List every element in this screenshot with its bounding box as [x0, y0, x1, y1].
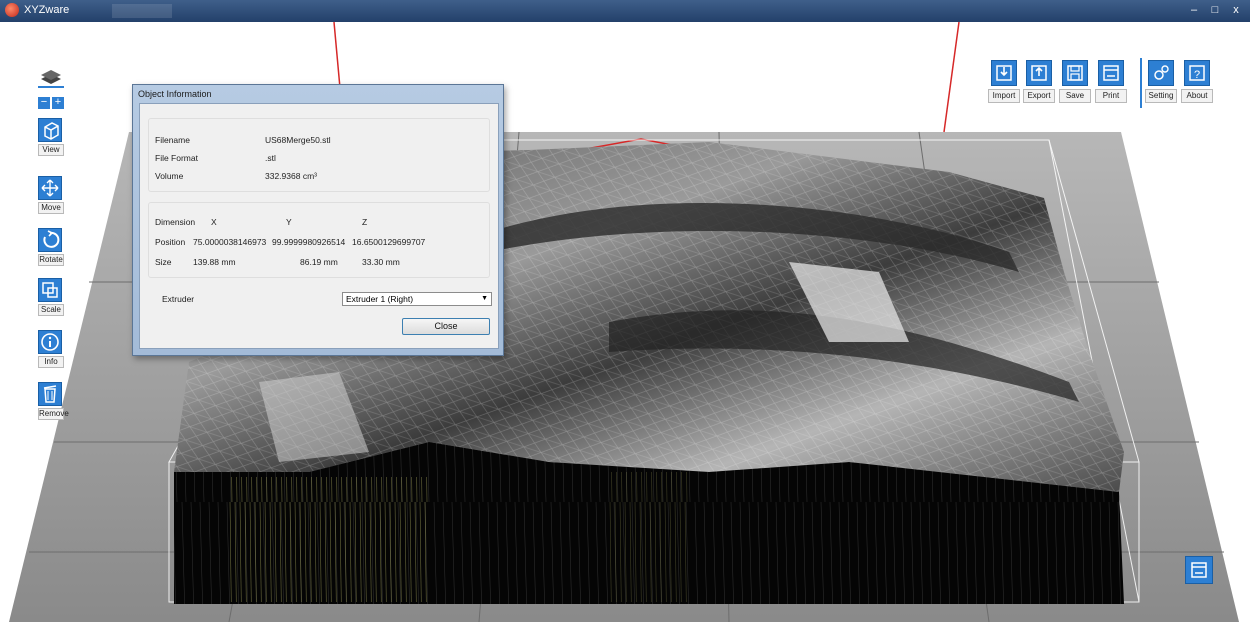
info-tool[interactable]: Info	[38, 330, 64, 368]
size-z-value: 33.30 mm	[362, 257, 400, 267]
view-tool[interactable]: View	[38, 118, 64, 156]
zoom-in-button[interactable]: +	[52, 97, 64, 109]
save-button[interactable]: Save	[1059, 60, 1091, 103]
move-label: Move	[38, 202, 64, 214]
position-z-value: 16.6500129699707	[352, 237, 426, 247]
print-label: Print	[1095, 89, 1127, 103]
extruder-select[interactable]: Extruder 1 (Right) ▼	[342, 292, 492, 306]
size-y-value: 86.19 mm	[300, 257, 338, 267]
svg-text:?: ?	[1194, 69, 1200, 81]
size-x-value: 139.88 mm	[193, 257, 236, 267]
app-logo-icon	[5, 3, 19, 17]
dialog-title: Object Information	[138, 89, 212, 99]
background-tab	[112, 4, 172, 18]
dimension-group: Dimension X Y Z Position 75.000003814697…	[148, 202, 490, 278]
object-information-dialog: Object Information Filename US68Merge50.…	[132, 84, 504, 356]
position-y-value: 99.9999980926514	[272, 237, 346, 247]
filename-label: Filename	[155, 135, 190, 145]
minimize-button[interactable]: –	[1183, 1, 1205, 19]
size-label: Size	[155, 257, 172, 267]
dimension-x-header: X	[211, 217, 217, 227]
rotate-tool[interactable]: Rotate	[38, 228, 64, 266]
file-format-value: .stl	[265, 153, 276, 163]
save-label: Save	[1059, 89, 1091, 103]
position-x-value: 75.0000038146973	[193, 237, 267, 247]
move-tool[interactable]: Move	[38, 176, 64, 214]
close-button[interactable]: Close	[402, 318, 490, 335]
toolbar-divider	[1140, 58, 1142, 108]
maximize-button[interactable]: □	[1205, 1, 1225, 19]
import-label: Import	[988, 89, 1020, 103]
print-icon	[1191, 562, 1207, 578]
volume-label: Volume	[155, 171, 184, 181]
window-title: XYZware	[24, 4, 70, 16]
remove-tool[interactable]: Remove	[38, 382, 69, 420]
cube-icon	[38, 118, 62, 142]
scale-label: Scale	[38, 304, 64, 316]
scale-icon	[38, 278, 62, 302]
about-label: About	[1181, 89, 1213, 103]
print-button[interactable]: Print	[1095, 60, 1127, 103]
info-icon	[38, 330, 62, 354]
dimension-label: Dimension	[155, 217, 196, 227]
extruder-select-value: Extruder 1 (Right)	[346, 294, 414, 304]
file-format-label: File Format	[155, 153, 198, 163]
import-button[interactable]: Import	[988, 60, 1020, 103]
gear-icon	[1148, 60, 1174, 86]
info-label: Info	[38, 356, 64, 368]
zoom-controls: − +	[38, 97, 64, 110]
file-info-group: Filename US68Merge50.stl File Format .st…	[148, 118, 490, 192]
volume-value: 332.9368 cm³	[265, 171, 317, 181]
about-button[interactable]: ? About	[1181, 60, 1213, 103]
print-preview-button[interactable]	[1185, 556, 1213, 584]
print-icon	[1098, 60, 1124, 86]
chevron-down-icon: ▼	[481, 295, 488, 302]
trash-icon	[38, 382, 62, 406]
question-icon: ?	[1184, 60, 1210, 86]
import-icon	[991, 60, 1017, 86]
view-label: View	[38, 144, 64, 156]
dimension-z-header: Z	[362, 217, 368, 227]
rotate-label: Rotate	[38, 254, 64, 266]
rotate-icon	[38, 228, 62, 252]
setting-label: Setting	[1145, 89, 1177, 103]
scale-tool[interactable]: Scale	[38, 278, 64, 316]
export-button[interactable]: Export	[1023, 60, 1055, 103]
zoom-out-button[interactable]: −	[38, 97, 50, 109]
filename-value: US68Merge50.stl	[265, 135, 331, 145]
setting-button[interactable]: Setting	[1145, 60, 1177, 103]
export-label: Export	[1023, 89, 1055, 103]
extruder-label: Extruder	[162, 294, 195, 304]
export-icon	[1026, 60, 1052, 86]
close-window-button[interactable]: x	[1225, 1, 1247, 19]
dimension-y-header: Y	[286, 217, 292, 227]
move-arrows-icon	[38, 176, 62, 200]
remove-label: Remove	[38, 408, 69, 420]
dialog-body: Filename US68Merge50.stl File Format .st…	[139, 103, 499, 349]
save-icon	[1062, 60, 1088, 86]
position-label: Position	[155, 237, 186, 247]
window-titlebar: XYZware – □ x	[0, 0, 1250, 22]
layers-icon[interactable]	[38, 66, 64, 88]
